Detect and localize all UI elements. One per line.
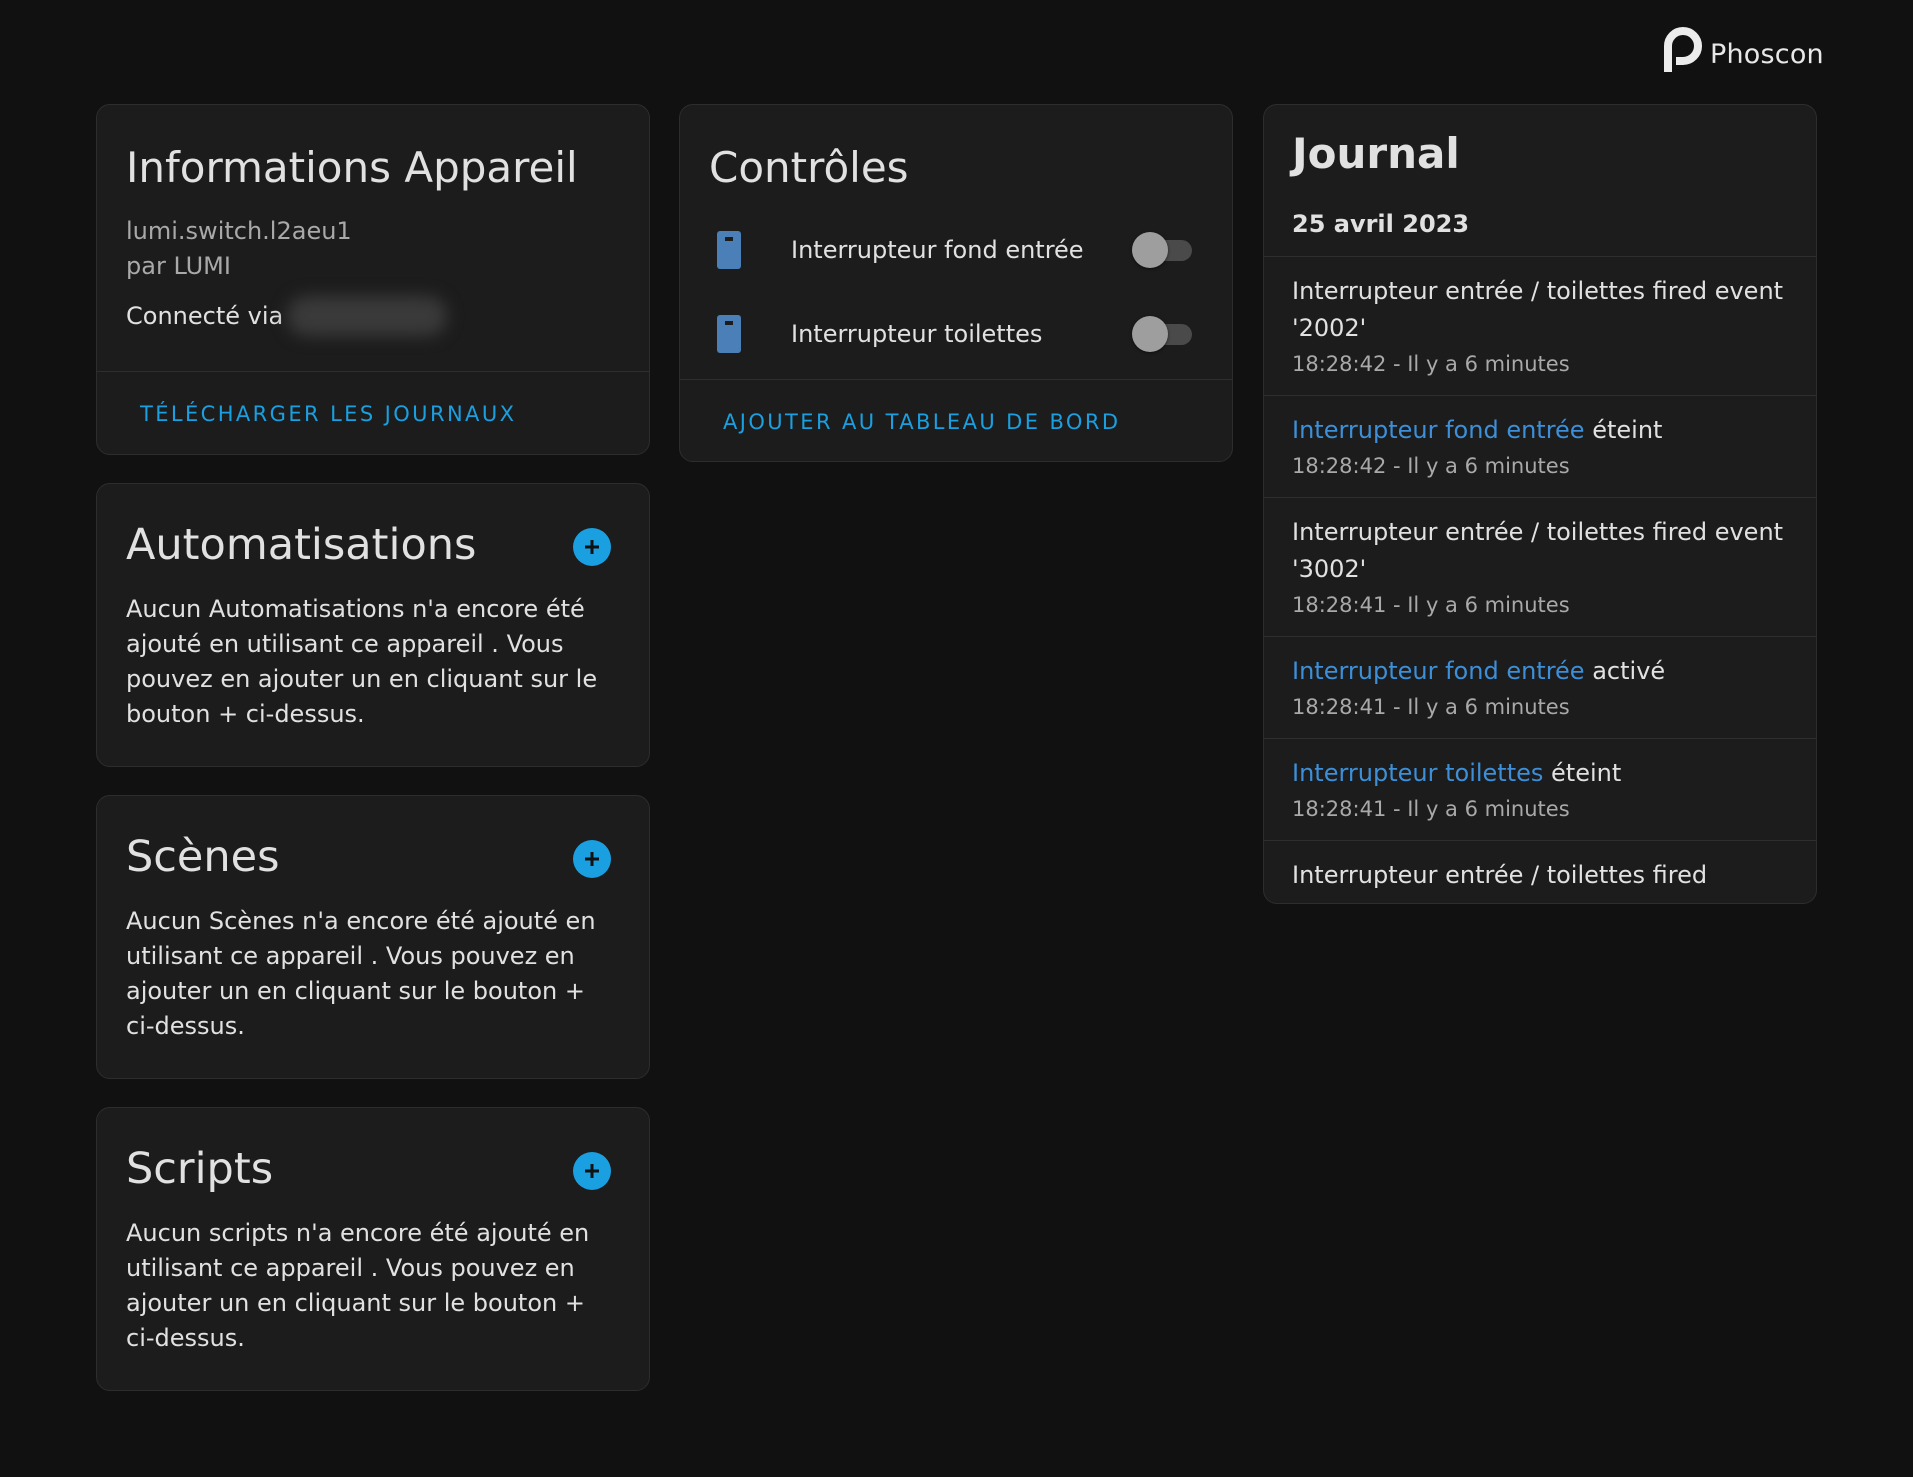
- journal-entry-text: éteint: [1543, 759, 1622, 787]
- toggle-knob: [1132, 316, 1168, 352]
- automations-card: Automatisations Aucun Automatisations n'…: [96, 483, 650, 767]
- left-column: Informations Appareil lumi.switch.l2aeu1…: [96, 104, 650, 1419]
- controls-body: Contrôles Interrupteur fond entrée Inter…: [680, 105, 1232, 380]
- journal-entry: Interrupteur entrée / toilettes fired ev…: [1264, 257, 1816, 396]
- phoscon-logo: Phoscon: [1656, 20, 1824, 76]
- journal-entry-text: éteint: [1584, 416, 1663, 444]
- journal-entry-message: Interrupteur entrée / toilettes fired: [1292, 857, 1788, 894]
- add-script-button[interactable]: [573, 1152, 611, 1190]
- journal-entry-message: Interrupteur fond entrée activé: [1292, 653, 1788, 690]
- control-row: Interrupteur toilettes: [709, 292, 1203, 376]
- journal-entry-message: Interrupteur entrée / toilettes fired ev…: [1292, 514, 1788, 588]
- journal-entry-message: Interrupteur fond entrée éteint: [1292, 412, 1788, 449]
- device-info-body: Informations Appareil lumi.switch.l2aeu1…: [97, 105, 649, 372]
- journal-entry: Interrupteur fond entrée activé 18:28:41…: [1264, 637, 1816, 739]
- device-info-card: Informations Appareil lumi.switch.l2aeu1…: [96, 104, 650, 455]
- add-automation-button[interactable]: [573, 528, 611, 566]
- switch-device-icon: [709, 231, 749, 269]
- control-label: Interrupteur fond entrée: [791, 236, 1084, 264]
- journal-entry-text: Interrupteur entrée / toilettes fired: [1292, 861, 1708, 889]
- plus-icon: [585, 1164, 599, 1178]
- controls-card: Contrôles Interrupteur fond entrée Inter…: [679, 104, 1233, 462]
- device-info-title: Informations Appareil: [126, 143, 578, 192]
- scenes-empty-text: Aucun Scènes n'a encore été ajouté en ut…: [126, 907, 596, 1040]
- middle-column: Contrôles Interrupteur fond entrée Inter…: [679, 104, 1233, 490]
- journal-entry: Interrupteur fond entrée éteint 18:28:42…: [1264, 396, 1816, 498]
- connected-via: Connecté via: [126, 296, 620, 336]
- journal-entry-message: Interrupteur toilettes éteint: [1292, 755, 1788, 792]
- connected-via-label: Connecté via: [126, 302, 284, 330]
- scenes-title: Scènes: [126, 832, 280, 882]
- journal-entry-message: Interrupteur entrée / toilettes fired ev…: [1292, 273, 1788, 347]
- toggle-knob: [1132, 232, 1168, 268]
- control-label: Interrupteur toilettes: [791, 320, 1043, 348]
- journal-entry: Interrupteur entrée / toilettes fired ev…: [1264, 498, 1816, 637]
- control-toggle[interactable]: [1130, 232, 1196, 268]
- journal-entry-time: 18:28:41 - Il y a 6 minutes: [1292, 695, 1570, 719]
- journal-title: Journal: [1292, 129, 1460, 178]
- scenes-card: Scènes Aucun Scènes n'a encore été ajout…: [96, 795, 650, 1079]
- control-row: Interrupteur fond entrée: [709, 208, 1203, 292]
- device-manufacturer: par LUMI: [126, 252, 231, 280]
- switch-device-icon: [709, 315, 749, 353]
- journal-entry-time: 18:28:41 - Il y a 6 minutes: [1292, 593, 1570, 617]
- controls-title: Contrôles: [709, 143, 909, 192]
- control-toggle[interactable]: [1130, 316, 1196, 352]
- scripts-card: Scripts Aucun scripts n'a encore été ajo…: [96, 1107, 650, 1391]
- download-logs-button[interactable]: TÉLÉCHARGER LES JOURNAUX: [97, 372, 649, 454]
- journal-entry-time: 18:28:42 - Il y a 6 minutes: [1292, 352, 1570, 376]
- journal-entry-text: Interrupteur entrée / toilettes fired ev…: [1292, 518, 1784, 583]
- journal-entry-time: 18:28:41 - Il y a 6 minutes: [1292, 797, 1570, 821]
- journal-entry: Interrupteur toilettes éteint 18:28:41 -…: [1264, 739, 1816, 841]
- journal-entry-entity[interactable]: Interrupteur toilettes: [1292, 759, 1543, 787]
- journal-list: Interrupteur entrée / toilettes fired ev…: [1264, 256, 1816, 903]
- brand-name: Phoscon: [1710, 38, 1824, 70]
- journal-entry-text: Interrupteur entrée / toilettes fired ev…: [1292, 277, 1784, 342]
- journal-entry: Interrupteur entrée / toilettes fired: [1264, 841, 1816, 903]
- add-to-dashboard-button[interactable]: AJOUTER AU TABLEAU DE BORD: [680, 380, 1232, 461]
- add-scene-button[interactable]: [573, 840, 611, 878]
- journal-card: Journal 25 avril 2023 Interrupteur entré…: [1263, 104, 1817, 904]
- right-column: Journal 25 avril 2023 Interrupteur entré…: [1263, 104, 1817, 932]
- phoscon-logo-icon: [1664, 27, 1702, 72]
- journal-header: Journal 25 avril 2023: [1264, 105, 1816, 238]
- automations-title: Automatisations: [126, 520, 477, 570]
- journal-entry-text: activé: [1584, 657, 1666, 685]
- scripts-title: Scripts: [126, 1144, 274, 1194]
- plus-icon: [585, 540, 599, 554]
- journal-entry-entity[interactable]: Interrupteur fond entrée: [1292, 657, 1585, 685]
- plus-icon: [585, 852, 599, 866]
- scripts-empty-text: Aucun scripts n'a encore été ajouté en u…: [126, 1219, 590, 1352]
- redacted-connection: [287, 296, 448, 336]
- journal-entry-time: 18:28:42 - Il y a 6 minutes: [1292, 454, 1570, 478]
- journal-date: 25 avril 2023: [1292, 210, 1470, 238]
- device-model: lumi.switch.l2aeu1: [126, 217, 352, 245]
- automations-empty-text: Aucun Automatisations n'a encore été ajo…: [126, 595, 598, 728]
- journal-entry-entity[interactable]: Interrupteur fond entrée: [1292, 416, 1585, 444]
